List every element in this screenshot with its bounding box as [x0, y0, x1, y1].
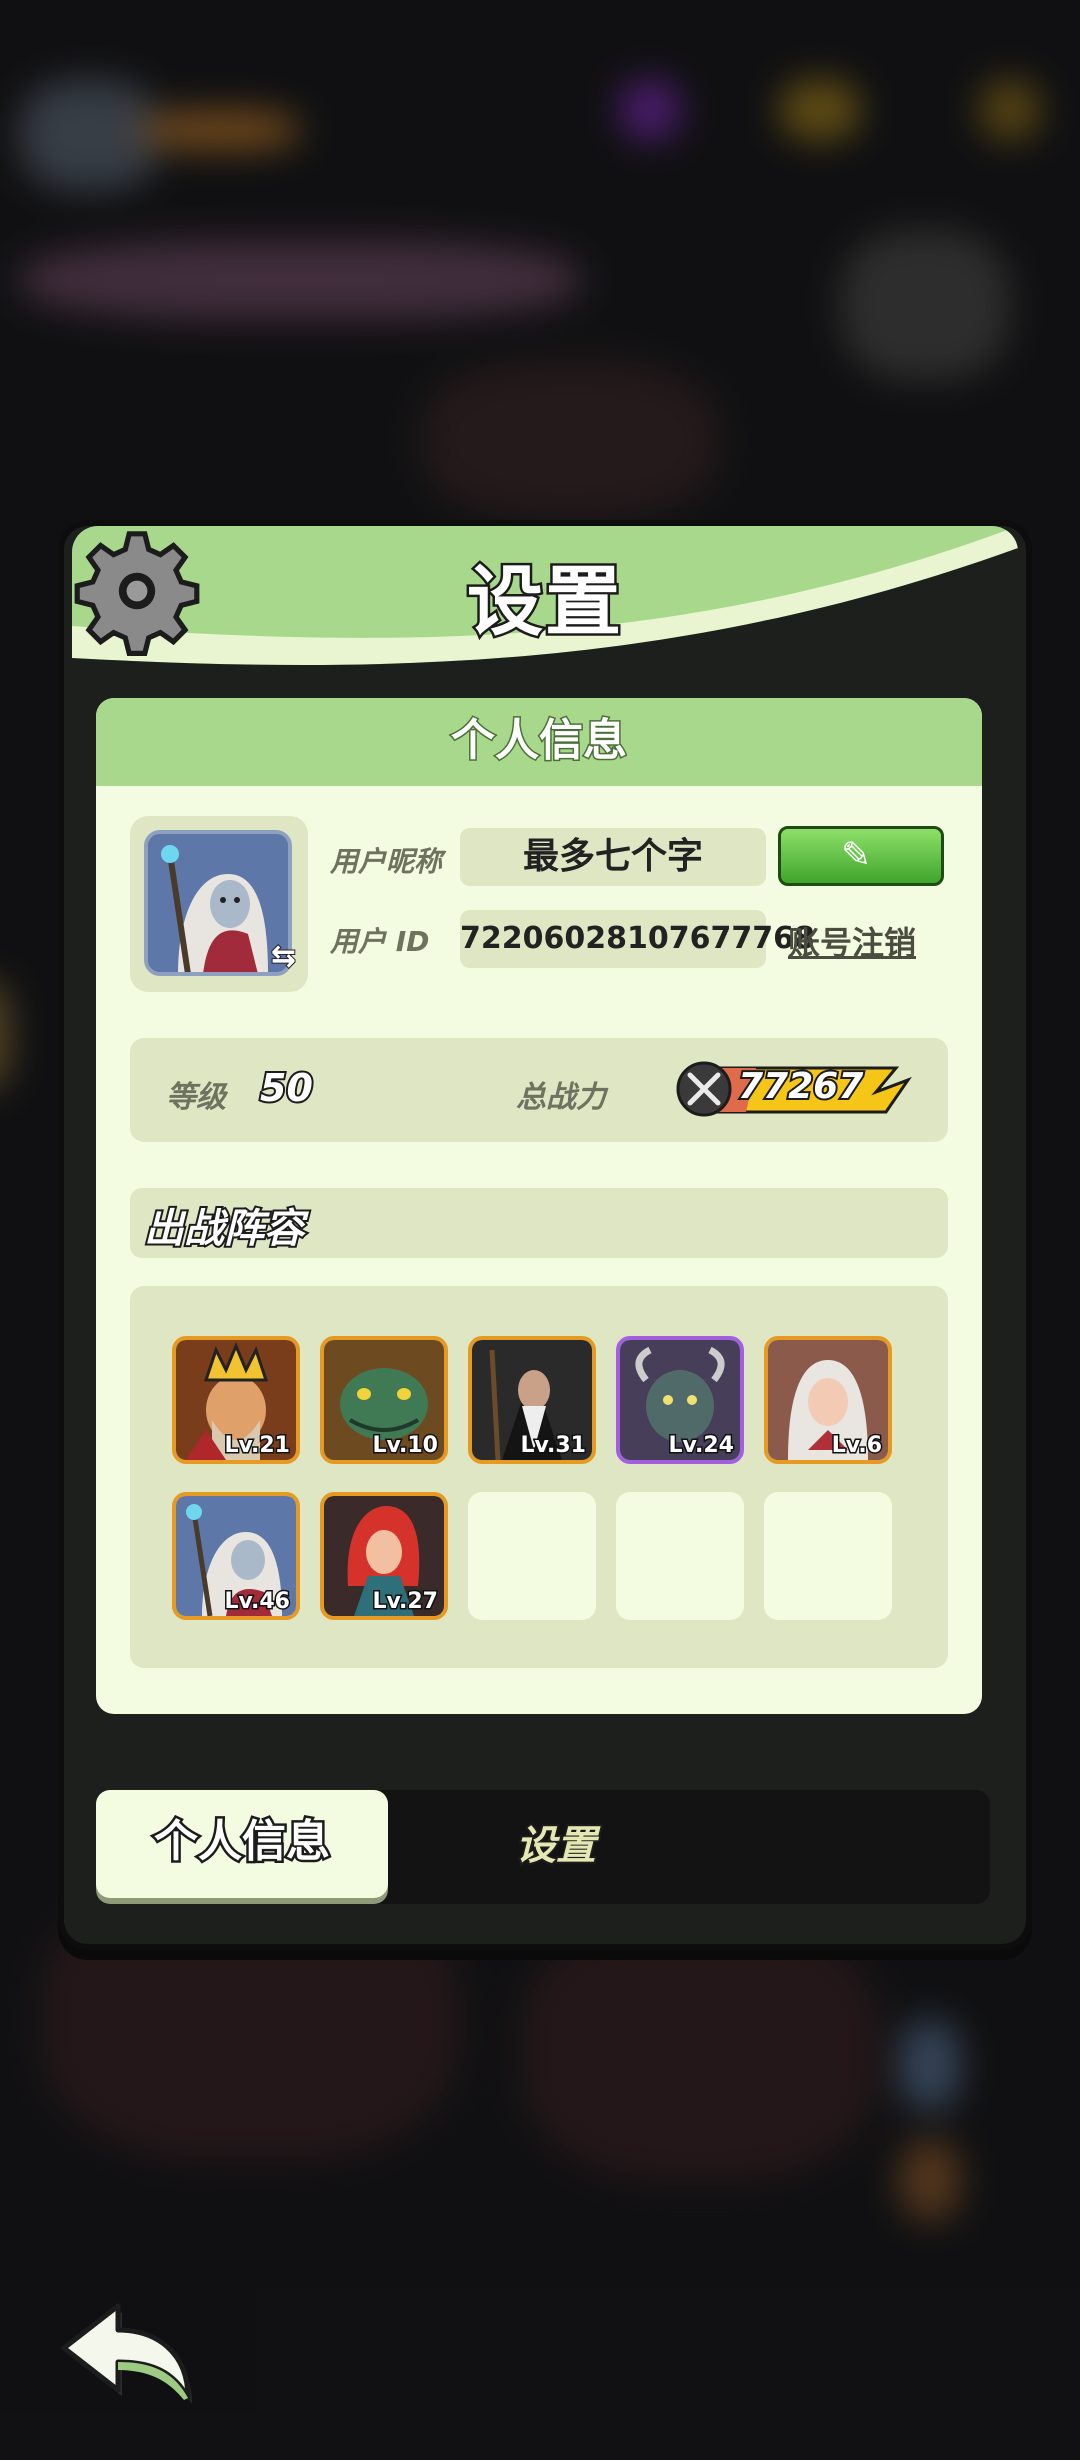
edit-nickname-button[interactable]: ✎	[778, 826, 944, 886]
hero-level: Lv.24	[667, 1432, 736, 1460]
hero-level: Lv.21	[223, 1432, 292, 1460]
lineup-title: 出战阵容	[142, 1204, 306, 1254]
dialog-header: 设置	[72, 526, 1018, 666]
avatar[interactable]	[144, 830, 292, 976]
hero-level: Lv.31	[519, 1432, 588, 1460]
dialog-title: 设置	[465, 555, 624, 649]
empty-hero-slot[interactable]	[764, 1492, 892, 1620]
user-id-label: 用户 ID	[330, 925, 430, 958]
section-title: 个人信息	[96, 698, 982, 786]
lineup-header: 出战阵容	[130, 1188, 948, 1258]
power-value: 77267	[736, 1064, 865, 1109]
hero-slot[interactable]: Lv.21	[172, 1336, 300, 1464]
hero-slot[interactable]: Lv.31	[468, 1336, 596, 1464]
tab-bar: 个人信息 设置	[96, 1790, 990, 1904]
pencil-icon: ✎	[841, 835, 872, 876]
level-value: 50	[258, 1064, 315, 1112]
profile-content: 个人信息 ⇆ 用户昵称 最多七个字 ✎ 用户 ID 72206028107677	[96, 698, 982, 1714]
hero-slot[interactable]: Lv.27	[320, 1492, 448, 1620]
power-badge: 77267	[676, 1060, 912, 1118]
hero-slot[interactable]: Lv.46	[172, 1492, 300, 1620]
level-label: 等级	[166, 1080, 226, 1115]
hero-level: Lv.46	[223, 1588, 292, 1616]
settings-dialog: 设置 个人信息 ⇆ 用户昵称 最多七个字 ✎ 用户 ID 72206028107…	[58, 520, 1032, 1950]
hero-level: Lv.10	[371, 1432, 440, 1460]
hero-slot[interactable]: Lv.10	[320, 1336, 448, 1464]
user-id-field: 72206028107677768	[460, 910, 815, 968]
swap-arrows-icon[interactable]: ⇆	[270, 938, 297, 975]
nickname-field: 最多七个字	[460, 828, 766, 886]
nickname-label: 用户昵称	[330, 845, 443, 878]
back-arrow-icon[interactable]	[56, 2300, 196, 2404]
hero-level: Lv.6	[830, 1432, 883, 1460]
hero-slot[interactable]: Lv.24	[616, 1336, 744, 1464]
power-label: 总战力	[516, 1080, 606, 1115]
empty-hero-slot[interactable]	[616, 1492, 744, 1620]
lineup-grid: Lv.21 Lv.10 Lv.31 Lv.24 Lv.6 Lv.46 Lv.27	[130, 1286, 948, 1668]
hero-level: Lv.27	[371, 1588, 440, 1616]
account-logout-link[interactable]: 账号注销	[788, 918, 916, 964]
avatar-frame[interactable]: ⇆	[130, 816, 308, 992]
stats-bar: 等级 50 总战力 77267	[130, 1038, 948, 1142]
tab-settings[interactable]: 设置	[416, 1790, 696, 1898]
hero-slot[interactable]: Lv.6	[764, 1336, 892, 1464]
empty-hero-slot[interactable]	[468, 1492, 596, 1620]
tab-profile[interactable]: 个人信息	[96, 1790, 388, 1898]
